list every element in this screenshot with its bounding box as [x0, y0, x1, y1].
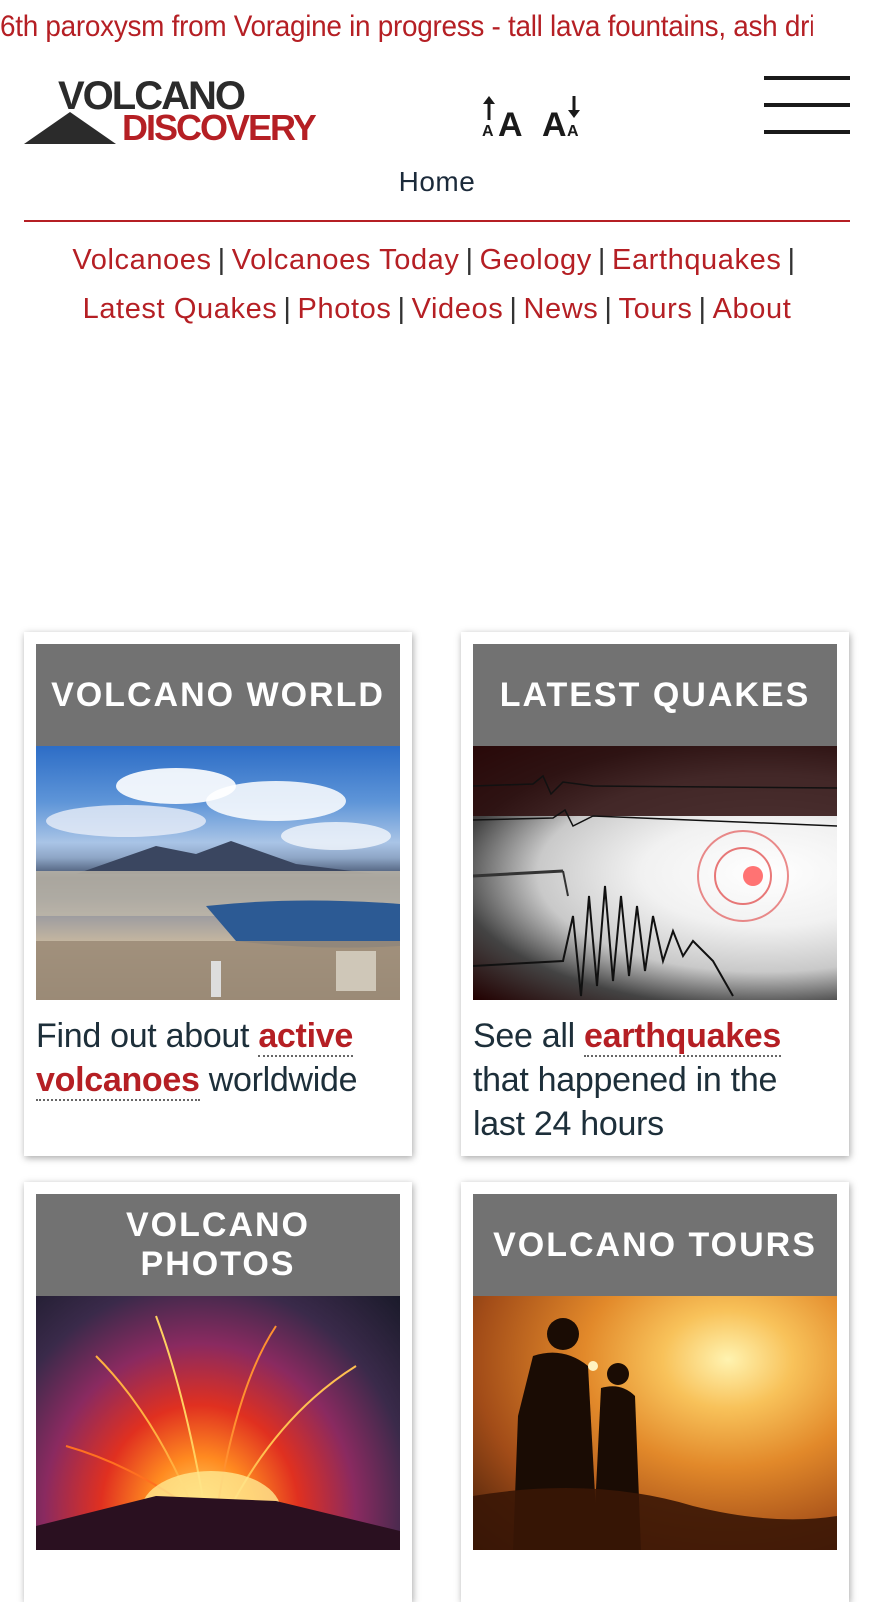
news-ticker[interactable]: 6th paroxysm from Voragine in progress -…: [0, 4, 813, 50]
card-title[interactable]: VOLCANO PHOTOS: [36, 1194, 400, 1296]
main-nav: Volcanoes | Volcanoes Today | Geology | Earthq…: [24, 236, 850, 334]
nav-separator: |: [787, 244, 796, 276]
nav-separator: |: [604, 293, 613, 325]
card-text-after: that happened in the last 24 hours: [473, 1061, 778, 1143]
nav-item-latest-quakes[interactable]: Latest Quakes: [83, 293, 278, 325]
svg-text:A: A: [498, 106, 523, 142]
card-description: Find out about active volcanoes worldwid…: [36, 1000, 400, 1102]
card-volcano-world[interactable]: VOLCANO WORLD Find out about active volc…: [24, 632, 412, 1156]
nav-item-videos[interactable]: Videos: [412, 293, 504, 325]
header-divider: [24, 220, 850, 222]
nav-separator: |: [217, 244, 226, 276]
nav-separator: |: [397, 293, 406, 325]
site-logo[interactable]: VOLCANO DISCOVERY: [24, 76, 324, 148]
card-text-before: See all: [473, 1017, 585, 1055]
nav-item-volcanoes-today[interactable]: Volcanoes Today: [232, 244, 460, 276]
card-latest-quakes[interactable]: LATEST QUAKES See all earthquakes that h…: [461, 632, 849, 1156]
font-size-decrease-button[interactable]: A A: [540, 92, 592, 144]
svg-text:A: A: [542, 106, 567, 142]
seismograph-photo[interactable]: [473, 746, 837, 1000]
logo-word-discovery: DISCOVERY: [122, 107, 317, 148]
font-size-increase-icon: A A: [482, 96, 523, 144]
card-title[interactable]: VOLCANO TOURS: [473, 1194, 837, 1296]
nav-separator: |: [283, 293, 292, 325]
nav-item-geology[interactable]: Geology: [480, 244, 592, 276]
ticker-text[interactable]: 6th paroxysm from Voragine in progress -…: [0, 4, 813, 50]
card-title[interactable]: VOLCANO WORLD: [36, 644, 400, 746]
card-text-before: Find out about: [36, 1017, 259, 1055]
card-description: See all earthquakes that happened in the…: [473, 1000, 837, 1146]
card-text-after: worldwide: [199, 1061, 358, 1099]
nav-item-earthquakes[interactable]: Earthquakes: [612, 244, 781, 276]
card-volcano-tours[interactable]: VOLCANO TOURS: [461, 1182, 849, 1602]
card-title[interactable]: LATEST QUAKES: [473, 644, 837, 746]
home-link[interactable]: Home: [0, 166, 874, 198]
hamburger-menu-icon[interactable]: [764, 76, 850, 138]
nav-separator: |: [597, 244, 607, 276]
font-size-increase-button[interactable]: A A: [480, 92, 532, 144]
svg-text:A: A: [567, 123, 579, 140]
card-volcano-photos[interactable]: VOLCANO PHOTOS: [24, 1182, 412, 1602]
nav-item-volcanoes[interactable]: Volcanoes: [72, 244, 211, 276]
nav-separator: |: [465, 244, 474, 276]
nav-item-tours[interactable]: Tours: [619, 293, 693, 325]
vesuvius-naples-photo[interactable]: [36, 746, 400, 1000]
font-size-decrease-icon: A A: [542, 96, 580, 144]
nav-item-about[interactable]: About: [713, 293, 792, 325]
volcano-tour-hikers-photo[interactable]: [473, 1296, 837, 1550]
nav-separator: |: [698, 293, 707, 325]
nav-separator: |: [509, 293, 518, 325]
svg-text:A: A: [482, 123, 494, 140]
eruption-photo[interactable]: [36, 1296, 400, 1550]
nav-item-news[interactable]: News: [523, 293, 598, 325]
nav-item-photos[interactable]: Photos: [298, 293, 392, 325]
earthquakes-link[interactable]: earthquakes: [584, 1017, 781, 1057]
